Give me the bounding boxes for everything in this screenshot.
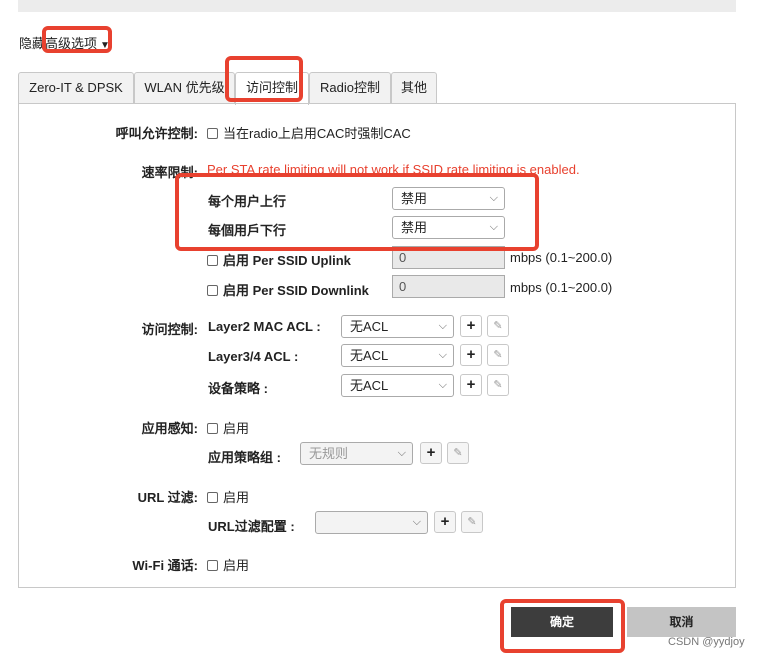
tab-wlan-priority[interactable]: WLAN 优先级 — [134, 72, 235, 103]
advanced-options-toggle[interactable]: 隐藏高级选项 ▼ — [19, 33, 110, 52]
app-recognition-enable-label: 启用 — [223, 421, 250, 436]
chevron-down-icon: ⌵ — [489, 192, 498, 204]
wifi-calling-enable-label: 启用 — [223, 558, 250, 573]
top-bar — [18, 0, 736, 12]
cac-option[interactable]: 当在radio上启用CAC时强制CAC — [207, 123, 411, 142]
app-recognition-option[interactable]: 启用 — [207, 418, 249, 437]
url-filter-config-select[interactable]: ⌵ — [315, 511, 428, 534]
l34-acl-select[interactable]: 无ACL ⌵ — [341, 344, 454, 367]
device-policy-label: 设备策略 : — [208, 381, 268, 396]
wifi-calling-checkbox[interactable] — [207, 560, 218, 571]
app-policy-group-select[interactable]: 无规则 ⌵ — [300, 442, 413, 465]
cac-option-label: 当在radio上启用CAC时强制CAC — [223, 126, 411, 141]
l2-acl-select[interactable]: 无ACL ⌵ — [341, 315, 454, 338]
ssid-uplink-unit: mbps (0.1~200.0) — [510, 250, 613, 265]
url-filter-option[interactable]: 启用 — [207, 487, 249, 506]
edit-app-policy-button[interactable]: ✎ — [447, 442, 469, 464]
edit-l34-acl-button[interactable]: ✎ — [487, 344, 509, 366]
ssid-uplink-input[interactable]: 0 — [392, 246, 505, 269]
add-device-policy-button[interactable]: + — [460, 374, 482, 396]
wifi-calling-option[interactable]: 启用 — [207, 555, 249, 574]
per-user-uplink-select[interactable]: 禁用 ⌵ — [392, 187, 505, 210]
url-filter-checkbox[interactable] — [207, 492, 218, 503]
tab-other[interactable]: 其他 — [391, 72, 437, 103]
access-control-label: 访问控制: — [141, 322, 198, 337]
per-user-uplink-label: 每个用户上行 — [208, 194, 287, 209]
per-user-downlink-label: 每個用戶下行 — [208, 223, 287, 238]
app-policy-group-label: 应用策略组 : — [208, 450, 281, 465]
call-admission-label: 呼叫允许控制: — [115, 126, 198, 141]
app-policy-group-value: 无规则 — [309, 446, 349, 461]
edit-url-filter-button[interactable]: ✎ — [461, 511, 483, 533]
chevron-down-icon: ⌵ — [438, 349, 447, 361]
l34-acl-value: 无ACL — [350, 348, 389, 363]
wifi-calling-label: Wi-Fi 通话: — [132, 558, 198, 573]
tab-access-control[interactable]: 访问控制 — [235, 72, 309, 105]
url-filter-config-label: URL过滤配置 : — [208, 519, 295, 534]
l34-acl-label: Layer3/4 ACL : — [208, 349, 299, 364]
per-user-downlink-value: 禁用 — [401, 220, 428, 235]
tab-radio-control[interactable]: Radio控制 — [309, 72, 391, 103]
device-policy-select[interactable]: 无ACL ⌵ — [341, 374, 454, 397]
add-l34-acl-button[interactable]: + — [460, 344, 482, 366]
add-l2-acl-button[interactable]: + — [460, 315, 482, 337]
caret-down-icon: ▼ — [100, 40, 110, 51]
l2-acl-label: Layer2 MAC ACL : — [208, 319, 321, 334]
edit-device-policy-button[interactable]: ✎ — [487, 374, 509, 396]
chevron-down-icon: ⌵ — [489, 221, 498, 233]
chevron-down-icon: ⌵ — [438, 320, 447, 332]
url-filter-label: URL 过滤: — [137, 490, 198, 505]
ssid-downlink-checkbox[interactable] — [207, 285, 218, 296]
ok-button[interactable]: 确定 — [511, 607, 613, 637]
add-url-filter-button[interactable]: + — [434, 511, 456, 533]
per-user-uplink-value: 禁用 — [401, 191, 428, 206]
ssid-uplink-checkbox[interactable] — [207, 255, 218, 266]
app-recognition-label: 应用感知: — [141, 421, 198, 436]
rate-limit-warning: Per STA rate limiting will not work if S… — [207, 162, 580, 177]
ssid-uplink-option[interactable]: 启用 Per SSID Uplink — [207, 250, 351, 269]
advanced-toggle-label: 高级选项 — [45, 36, 98, 51]
ssid-downlink-option[interactable]: 启用 Per SSID Downlink — [207, 280, 369, 299]
ssid-downlink-unit: mbps (0.1~200.0) — [510, 280, 613, 295]
cac-checkbox[interactable] — [207, 128, 218, 139]
ssid-uplink-label: 启用 Per SSID Uplink — [223, 253, 351, 268]
watermark: CSDN @yydjoy — [668, 636, 745, 648]
chevron-down-icon: ⌵ — [412, 516, 421, 528]
url-filter-enable-label: 启用 — [223, 490, 250, 505]
edit-l2-acl-button[interactable]: ✎ — [487, 315, 509, 337]
per-user-downlink-select[interactable]: 禁用 ⌵ — [392, 216, 505, 239]
ssid-downlink-input[interactable]: 0 — [392, 275, 505, 298]
chevron-down-icon: ⌵ — [397, 447, 406, 459]
app-recognition-checkbox[interactable] — [207, 423, 218, 434]
add-app-policy-button[interactable]: + — [420, 442, 442, 464]
advanced-toggle-prefix: 隐藏 — [19, 36, 46, 51]
l2-acl-value: 无ACL — [350, 319, 389, 334]
ssid-downlink-label: 启用 Per SSID Downlink — [223, 283, 369, 298]
chevron-down-icon: ⌵ — [438, 379, 447, 391]
tab-zero-it-dpsk[interactable]: Zero-IT & DPSK — [18, 72, 134, 103]
cancel-button[interactable]: 取消 — [627, 607, 736, 637]
rate-limit-label: 速率限制: — [141, 165, 198, 180]
device-policy-value: 无ACL — [350, 378, 389, 393]
